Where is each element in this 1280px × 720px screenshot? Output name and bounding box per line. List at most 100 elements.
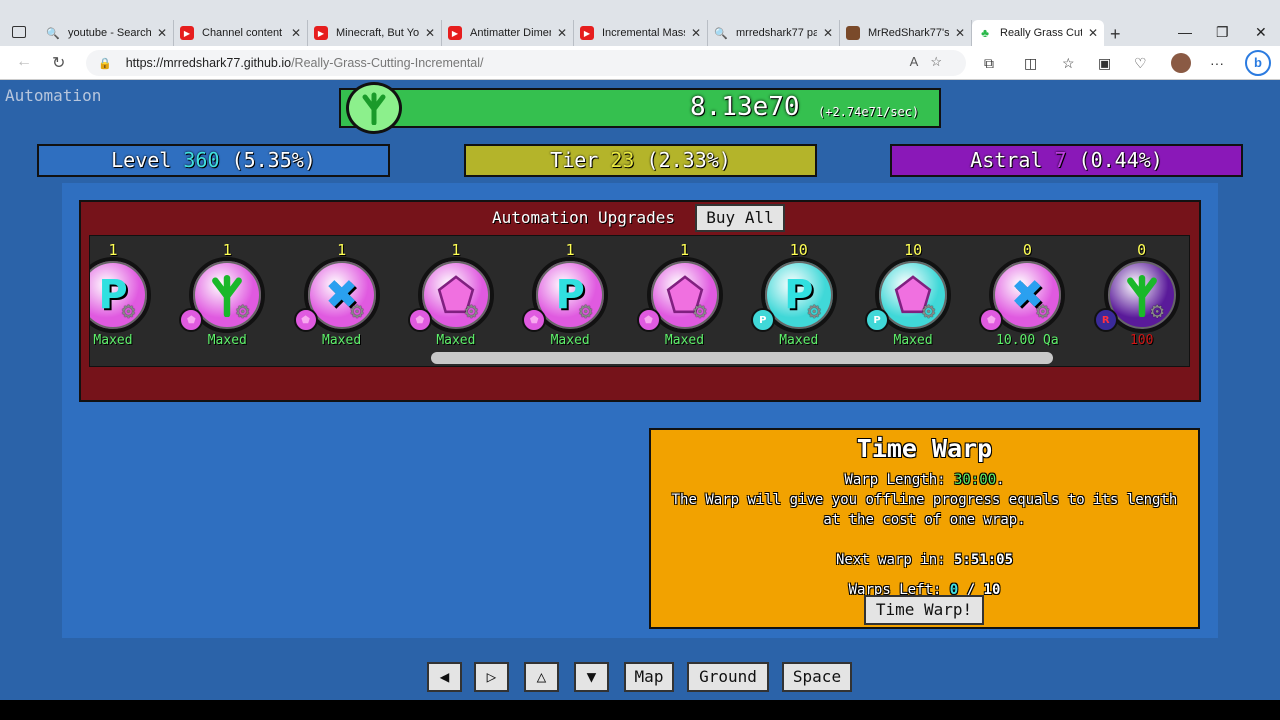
read-aloud-favorite-icons[interactable]: A☆: [910, 54, 954, 70]
gear-icon: ⚙: [1036, 299, 1050, 324]
automation-upgrade-item[interactable]: 1 ⚙ ⬟ Maxed: [635, 236, 735, 348]
tab-really-grass-cutting[interactable]: ♣ Really Grass Cuttin ✕: [972, 20, 1104, 46]
nav-right-button[interactable]: ▷: [474, 662, 509, 692]
ground-button[interactable]: Ground: [687, 662, 769, 692]
bing-icon[interactable]: b: [1245, 50, 1271, 76]
tab-mrredshark-image[interactable]: MrRedShark77's I ✕: [840, 20, 972, 46]
gem-badge-icon: ⬟: [179, 308, 204, 332]
close-tab-icon[interactable]: ✕: [691, 26, 701, 40]
close-tab-icon[interactable]: ✕: [1088, 26, 1098, 40]
warp-length-value: 30:00: [954, 472, 997, 488]
astral-percent: (0.44%): [1078, 148, 1163, 172]
close-tab-icon[interactable]: ✕: [557, 26, 567, 40]
more-menu-icon[interactable]: ···: [1210, 55, 1224, 71]
gear-icon: ⚙: [236, 299, 250, 324]
tier-value: 23: [610, 148, 635, 172]
upgrades-scrollbar[interactable]: [431, 352, 1053, 364]
tab-minecraft[interactable]: ▶ Minecraft, But You ✕: [308, 20, 442, 46]
warp-length-line: Warp Length: 30:00.: [844, 472, 1005, 488]
gear-icon: ⚙: [1150, 299, 1164, 324]
close-tab-icon[interactable]: ✕: [157, 26, 167, 40]
tab-antimatter[interactable]: ▶ Antimatter Dimen ✕: [442, 20, 574, 46]
youtube-icon: ▶: [180, 26, 194, 40]
warp-length-label: Warp Length:: [844, 472, 946, 488]
close-tab-icon[interactable]: ✕: [823, 26, 833, 40]
split-screen-icon[interactable]: ◫: [1024, 55, 1037, 72]
gear-icon: ⚙: [807, 299, 821, 324]
automation-upgrade-item[interactable]: 1 P ⚙ Maxed: [90, 236, 163, 348]
upgrade-status: Maxed: [207, 333, 247, 348]
close-tab-icon[interactable]: ✕: [425, 26, 435, 40]
extensions-icon[interactable]: ⧉: [984, 55, 994, 72]
favorites-icon[interactable]: ☆: [1062, 55, 1075, 72]
gem-badge-icon: ⬟: [407, 308, 432, 332]
automation-upgrade-item[interactable]: 0 ✖ ⚙ ⬟ 10.00 Qa: [977, 236, 1077, 348]
game-viewport: Automation 8.13e70 (+2.74e71/sec) Level …: [0, 80, 1280, 700]
nav-left-button[interactable]: ◀: [427, 662, 462, 692]
gem-badge-icon: ⬟: [636, 308, 661, 332]
automation-upgrade-item[interactable]: 10 P ⚙ P Maxed: [749, 236, 849, 348]
level-percent: (5.35%): [231, 148, 316, 172]
url-input[interactable]: 🔒 https://mrredshark77.github.io/Really-…: [86, 50, 966, 76]
close-tab-icon[interactable]: ✕: [955, 26, 965, 40]
time-warp-button[interactable]: Time Warp!: [864, 595, 984, 625]
automation-upgrade-item[interactable]: 1 P ⚙ ⬟ Maxed: [520, 236, 620, 348]
tab-mrredshark-search[interactable]: 🔍 mrredshark77 pa ✕: [708, 20, 840, 46]
minimize-icon[interactable]: —: [1178, 24, 1192, 40]
lock-icon: 🔒: [98, 57, 112, 70]
automation-upgrade-item[interactable]: 1 ✖ ⚙ ⬟ Maxed: [292, 236, 392, 348]
upgrade-status: 10.00 Qa: [996, 333, 1059, 348]
back-icon[interactable]: ←: [16, 53, 32, 71]
collections-icon[interactable]: ▣: [1098, 55, 1111, 72]
automation-label: Automation: [5, 86, 102, 105]
automation-upgrade-item[interactable]: 10 ⚙ P Maxed: [863, 236, 963, 348]
grass-rate: (+2.74e71/sec): [818, 105, 920, 119]
time-warp-title: Time Warp: [856, 434, 993, 463]
image-icon: [846, 26, 860, 40]
youtube-icon: ▶: [448, 26, 462, 40]
tab-actions-icon[interactable]: [12, 26, 26, 38]
gear-icon: ⚙: [578, 299, 593, 324]
tab-title: Really Grass Cuttin: [1000, 27, 1082, 39]
gear-icon: ⚙: [464, 299, 478, 324]
refresh-icon[interactable]: ↻: [52, 53, 65, 73]
nav-up-button[interactable]: △: [524, 662, 559, 692]
map-button[interactable]: Map: [624, 662, 674, 692]
upgrade-status: 100: [1129, 333, 1154, 348]
automation-upgrades-list[interactable]: 1 P ⚙ Maxed 1 ⚙ ⬟ Maxed 1 ✖ ⚙ ⬟ Maxed 1 ⚙ ⬟ Maxed 1 P ⚙ ⬟ Max…: [89, 235, 1190, 367]
upgrade-level: 1: [108, 241, 118, 259]
performance-icon[interactable]: ♡: [1134, 55, 1147, 72]
gear-icon: ⚙: [921, 299, 936, 324]
tab-youtube-search[interactable]: 🔍 youtube - Search ✕: [40, 20, 174, 46]
browser-tab-bar: 🔍 youtube - Search ✕ ▶ Channel content -…: [0, 0, 1280, 46]
nav-down-button[interactable]: ▼: [574, 662, 609, 692]
profile-avatar[interactable]: [1171, 53, 1191, 73]
space-button[interactable]: Space: [782, 662, 852, 692]
grass-amount: 8.13e70: [690, 92, 800, 122]
level-bar: Level 360 (5.35%): [37, 144, 390, 177]
warp-desc-1: The Warp will give you offline progress …: [671, 492, 1178, 508]
gear-icon: ⚙: [350, 299, 364, 324]
gear-icon: ⚙: [121, 299, 135, 324]
youtube-icon: ▶: [314, 26, 328, 40]
tab-incremental-mass[interactable]: ▶ Incremental Mass ✕: [574, 20, 708, 46]
prestige-badge-icon: P: [865, 308, 890, 332]
gem-badge-icon: ⬟: [979, 308, 1004, 332]
tab-title: Antimatter Dimen: [470, 27, 551, 39]
upgrade-icon[interactable]: P ⚙: [90, 257, 151, 333]
url-host: https://mrredshark77.github.io: [125, 56, 292, 70]
astral-value: 7: [1054, 148, 1067, 172]
new-tab-icon[interactable]: +: [1110, 24, 1121, 45]
automation-upgrade-item[interactable]: 1 ⚙ ⬟ Maxed: [406, 236, 506, 348]
automation-upgrade-item[interactable]: 1 ⚙ ⬟ Maxed: [177, 236, 277, 348]
tier-percent: (2.33%): [646, 148, 731, 172]
upgrade-status: Maxed: [664, 333, 705, 348]
tab-title: Incremental Mass: [602, 27, 685, 39]
tab-channel-content[interactable]: ▶ Channel content - ✕: [174, 20, 308, 46]
level-label: Level: [111, 148, 172, 172]
buy-all-button[interactable]: Buy All: [695, 204, 785, 232]
close-tab-icon[interactable]: ✕: [291, 26, 301, 40]
automation-upgrade-item[interactable]: 0 ⚙ R 100: [1092, 236, 1189, 348]
restore-icon[interactable]: ❐: [1216, 24, 1229, 41]
close-window-icon[interactable]: ✕: [1255, 24, 1267, 41]
